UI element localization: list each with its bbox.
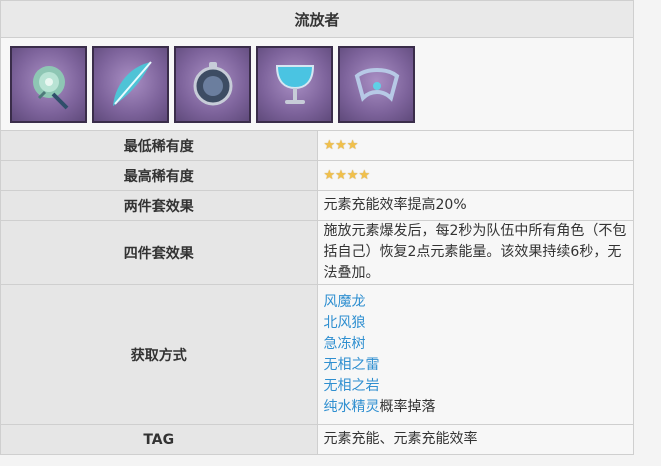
tag-text: 元素充能、元素充能效率 [316,424,634,455]
source-link-5[interactable]: 无相之岩 [324,376,628,397]
circlet-icon[interactable] [338,45,415,123]
four-piece-label: 四件套效果 [0,220,318,285]
goblet-icon[interactable] [256,45,333,123]
flower-icon[interactable] [10,45,87,123]
star-rating-icon: ★★★ [323,138,359,153]
source-link-4[interactable]: 无相之雷 [324,355,628,376]
source-link-1[interactable]: 风魔龙 [324,292,628,313]
source-link-3[interactable]: 急冻树 [324,334,628,355]
tag-label: TAG [0,424,318,455]
source-list: 风魔龙 北风狼 急冻树 无相之雷 无相之岩 纯水精灵概率掉落 [316,284,634,425]
two-piece-text: 元素充能效率提高20% [316,190,634,221]
min-rarity-label: 最低稀有度 [0,130,318,161]
source-link-2[interactable]: 北风狼 [324,313,628,334]
artifact-set-table-container: 流放者 最低稀有度 ★★★ 最高稀有度 ★★★★ 两件套效果 元素充能效率提高2… [0,0,634,455]
source-label: 获取方式 [0,284,318,425]
max-rarity-value: ★★★★ [316,160,634,191]
source-link-6[interactable]: 纯水精灵 [324,399,380,415]
star-rating-icon: ★★★★ [323,168,371,183]
two-piece-label: 两件套效果 [0,190,318,221]
artifact-images-row [0,37,634,131]
four-piece-text: 施放元素爆发后，每2秒为队伍中所有角色（不包括自己）恢复2点元素能量。该效果持续… [316,220,634,285]
source-suffix: 概率掉落 [379,398,436,415]
set-title: 流放者 [0,0,634,38]
min-rarity-value: ★★★ [316,130,634,161]
artifact-set-table: 流放者 最低稀有度 ★★★ 最高稀有度 ★★★★ 两件套效果 元素充能效率提高2… [0,0,634,455]
feather-icon[interactable] [92,45,169,123]
max-rarity-label: 最高稀有度 [0,160,318,191]
source-last-line: 纯水精灵概率掉落 [324,397,628,418]
pocket-watch-icon[interactable] [174,45,251,123]
